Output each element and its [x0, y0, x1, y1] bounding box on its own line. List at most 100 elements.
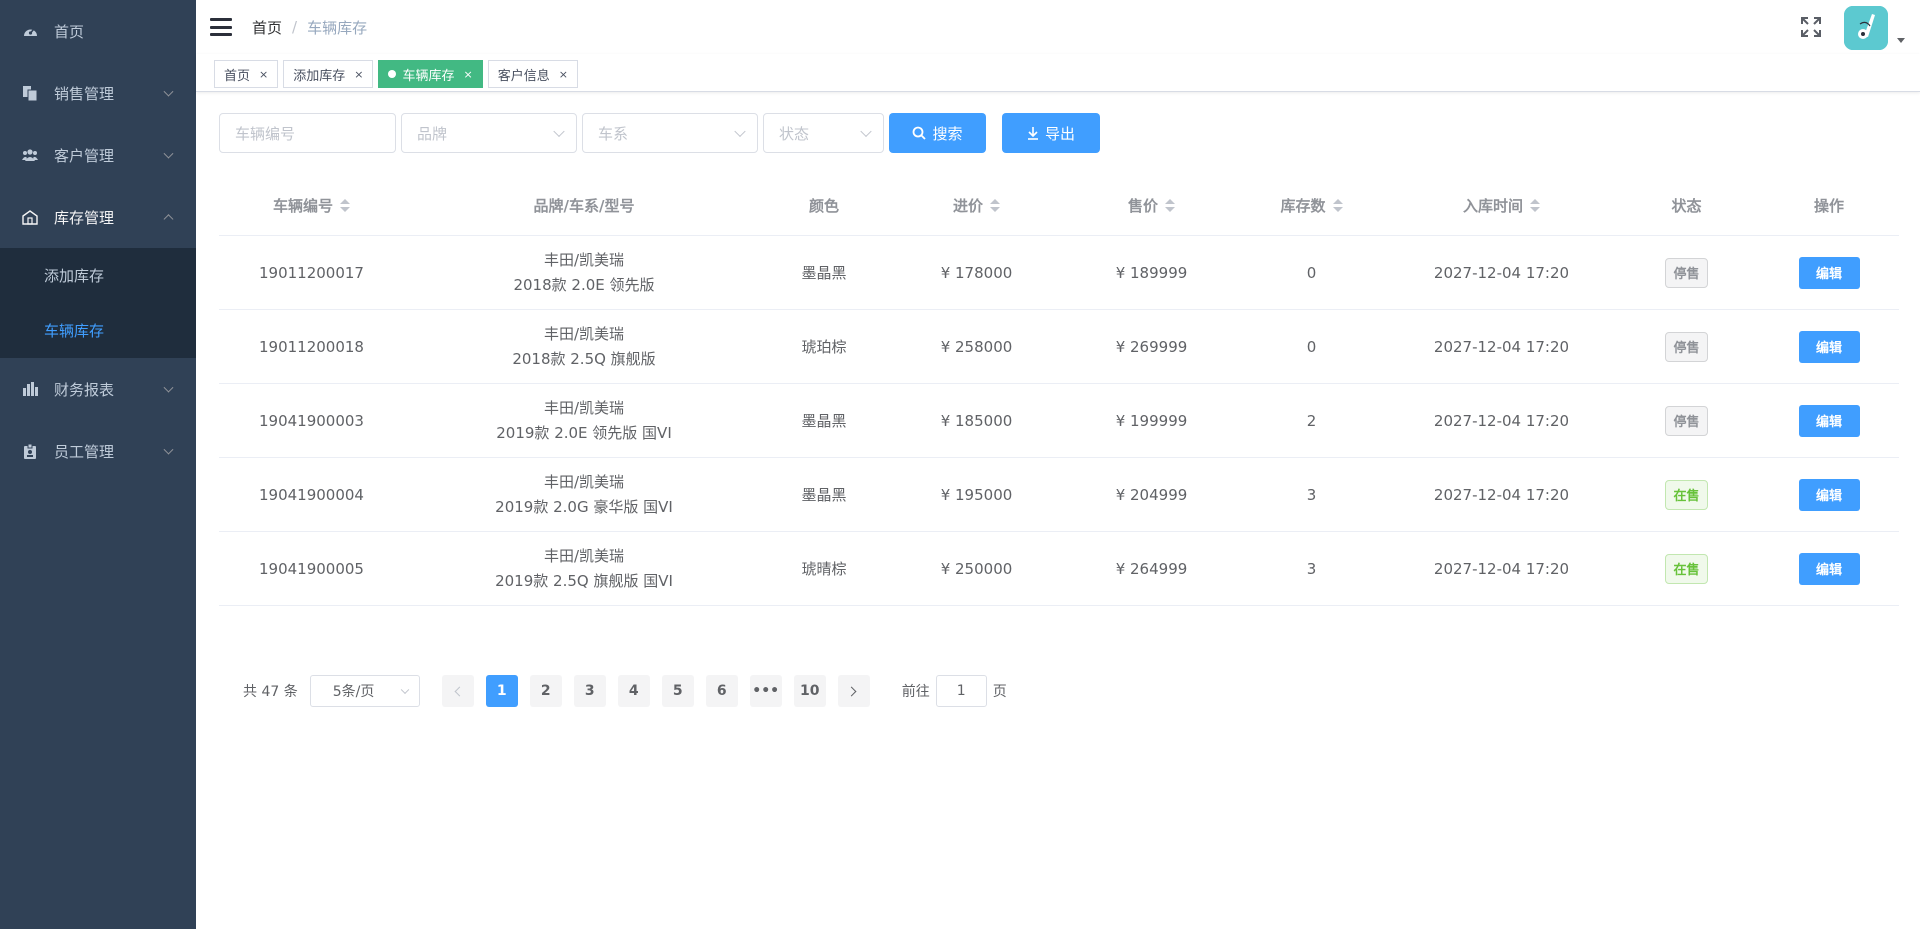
cell-color: 墨晶黑	[801, 486, 847, 504]
table-header: 车辆编号 品牌/车系/型号 颜色 进价 售价 库存数 入库时间 状态 操作	[219, 175, 1899, 236]
page-size-select[interactable]: 5条/页	[309, 675, 420, 707]
cell-color: 琥珀棕	[801, 338, 847, 356]
chevron-down-icon	[400, 685, 409, 695]
edit-button[interactable]: 编辑	[1798, 330, 1860, 363]
table-row: 19041900003 丰田/凯美瑞 2019款 2.0E 领先版 国VI 墨晶…	[219, 384, 1899, 458]
close-icon[interactable]: ×	[463, 68, 472, 81]
sidebar-item-label: 销售管理	[54, 84, 115, 103]
submenu-item-label: 车辆库存	[44, 322, 105, 340]
sidebar-item-staff[interactable]: 员工管理	[0, 420, 196, 482]
chevron-left-icon	[454, 686, 465, 696]
page-button-3[interactable]: 3	[573, 675, 606, 707]
edit-button[interactable]: 编辑	[1798, 404, 1860, 437]
model-line: 丰田/凯美瑞	[543, 324, 625, 343]
prev-page-button[interactable]	[441, 675, 474, 707]
cell-color: 墨晶黑	[801, 412, 847, 430]
tag-add-stock[interactable]: 添加库存 ×	[283, 60, 374, 88]
page-button-1[interactable]: 1	[485, 675, 518, 707]
header-label: 颜色	[808, 196, 839, 215]
cell-purchase-price: ¥ 250000	[940, 559, 1013, 578]
sidebar-item-add-stock[interactable]: 添加库存	[0, 248, 196, 303]
tag-customer-info[interactable]: 客户信息 ×	[487, 60, 578, 88]
sort-icon[interactable]	[1530, 198, 1540, 212]
tag-label: 客户信息	[497, 68, 550, 84]
warehouse-icon	[22, 209, 38, 225]
status-select[interactable]: 状态	[763, 113, 884, 153]
header-purchase-price[interactable]: 进价	[884, 195, 1069, 216]
breadcrumb-current: 车辆库存	[307, 18, 368, 37]
header-label: 售价	[1127, 196, 1158, 215]
vehicle-no-placeholder: 车辆编号	[235, 124, 296, 143]
tag-home[interactable]: 首页 ×	[214, 60, 279, 88]
model-line: 2019款 2.0E 领先版 国VI	[496, 423, 672, 442]
vehicle-stock-table: 车辆编号 品牌/车系/型号 颜色 进价 售价 库存数 入库时间 状态 操作 19…	[219, 175, 1899, 606]
caret-down-icon[interactable]	[1897, 38, 1905, 43]
breadcrumb-home[interactable]: 首页	[252, 17, 282, 38]
cell-model: 丰田/凯美瑞 2019款 2.5Q 旗舰版 国VI	[404, 544, 764, 594]
breadcrumb-separator: /	[292, 18, 298, 36]
tag-label: 首页	[224, 68, 251, 84]
cell-status: 在售	[1614, 479, 1759, 510]
status-badge: 停售	[1665, 257, 1708, 288]
vehicle-no-input[interactable]: 车辆编号	[219, 113, 396, 153]
close-icon[interactable]: ×	[259, 68, 268, 81]
avatar[interactable]	[1844, 6, 1888, 50]
tag-vehicle-stock[interactable]: 车辆库存 ×	[378, 60, 483, 88]
header-label: 库存数	[1280, 196, 1326, 215]
search-label: 搜索	[932, 124, 963, 143]
hamburger-menu-icon[interactable]	[210, 18, 232, 36]
page-button-2[interactable]: 2	[529, 675, 562, 707]
edit-button[interactable]: 编辑	[1798, 256, 1860, 289]
goto-page-input[interactable]: 1	[935, 675, 987, 707]
sort-icon[interactable]	[340, 198, 350, 212]
cell-vehicle-no: 19011200017	[259, 263, 364, 282]
chevron-down-icon	[734, 125, 746, 138]
cell-stock: 3	[1306, 559, 1317, 578]
sidebar-item-inventory[interactable]: 库存管理	[0, 186, 196, 248]
sidebar-item-finance[interactable]: 财务报表	[0, 358, 196, 420]
cell-inbound-time: 2027-12-04 17:20	[1433, 337, 1570, 356]
edit-button[interactable]: 编辑	[1798, 478, 1860, 511]
cell-inbound-time: 2027-12-04 17:20	[1433, 263, 1570, 282]
sidebar-item-label: 首页	[54, 22, 85, 41]
sidebar-item-label: 库存管理	[54, 208, 115, 227]
sidebar-item-sales[interactable]: 销售管理	[0, 62, 196, 124]
header-inbound-time[interactable]: 入库时间	[1389, 195, 1614, 216]
inventory-submenu: 添加库存 车辆库存	[0, 248, 196, 358]
sort-icon[interactable]	[990, 198, 1000, 212]
cell-color: 琥晴棕	[801, 560, 847, 578]
sidebar-item-customers[interactable]: 客户管理	[0, 124, 196, 186]
sort-icon[interactable]	[1332, 198, 1343, 212]
filter-bar: 车辆编号 品牌 车系 状态 搜索 导出	[219, 113, 1100, 153]
page-button-5[interactable]: 5	[661, 675, 694, 707]
search-button[interactable]: 搜索	[889, 113, 986, 153]
page-button-6[interactable]: 6	[705, 675, 738, 707]
header-sale-price[interactable]: 售价	[1069, 195, 1234, 216]
cell-inbound-time: 2027-12-04 17:20	[1433, 411, 1570, 430]
sidebar-item-home[interactable]: 首页	[0, 0, 196, 62]
next-page-button[interactable]	[837, 675, 870, 707]
search-icon	[913, 126, 927, 140]
cell-sale-price: ¥ 204999	[1115, 485, 1188, 504]
sidebar-item-vehicle-stock[interactable]: 车辆库存	[0, 303, 196, 358]
header-vehicle-no[interactable]: 车辆编号	[219, 195, 404, 216]
model-line: 丰田/凯美瑞	[543, 398, 625, 417]
page-button-4[interactable]: 4	[617, 675, 650, 707]
cell-model: 丰田/凯美瑞 2019款 2.0E 领先版 国VI	[404, 396, 764, 446]
brand-select[interactable]: 品牌	[401, 113, 577, 153]
edit-button[interactable]: 编辑	[1798, 552, 1860, 585]
fullscreen-icon[interactable]	[1800, 16, 1822, 38]
sort-icon[interactable]	[1165, 198, 1175, 212]
series-select[interactable]: 车系	[582, 113, 758, 153]
cell-stock: 0	[1306, 263, 1317, 282]
more-pages-icon[interactable]: •••	[749, 675, 782, 707]
close-icon[interactable]: ×	[559, 68, 568, 81]
export-button[interactable]: 导出	[1002, 113, 1100, 153]
cell-purchase-price: ¥ 178000	[940, 263, 1013, 282]
status-placeholder: 状态	[779, 124, 810, 143]
page-button-10[interactable]: 10	[793, 675, 826, 707]
header-stock[interactable]: 库存数	[1234, 195, 1389, 216]
close-icon[interactable]: ×	[354, 68, 363, 81]
status-badge: 停售	[1665, 405, 1708, 436]
cell-actions: 编辑	[1759, 256, 1899, 289]
